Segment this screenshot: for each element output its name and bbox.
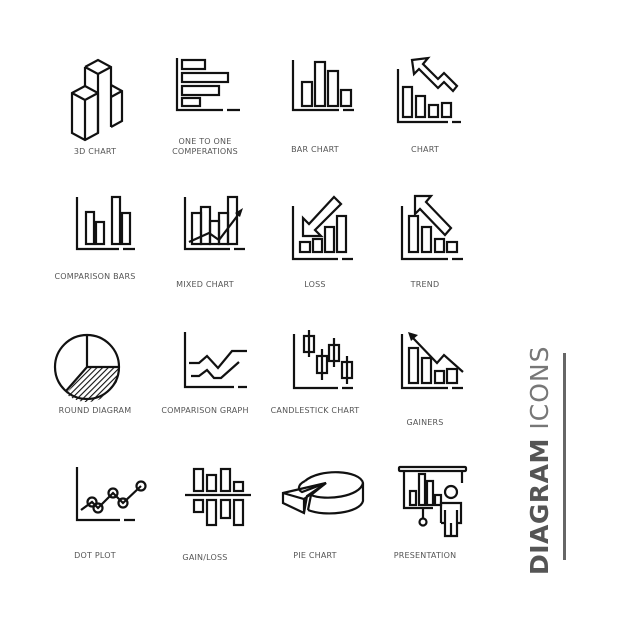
icon-label: GAINERS: [406, 418, 444, 427]
icon-tile-chart: CHART: [370, 55, 480, 185]
diagram-icons-title-block: DIAGRAM ICONS: [515, 320, 575, 575]
icon-label: TREND: [410, 280, 440, 289]
comparison-graph-icon: [183, 332, 247, 389]
icon-label: LOSS: [304, 280, 326, 289]
icon-tile-loss: LOSS: [260, 192, 370, 322]
comparison-bars-icon: [75, 195, 135, 251]
dot-plot-icon: [75, 467, 147, 522]
icon-label: CHART: [411, 145, 439, 154]
loss-icon: [291, 195, 353, 261]
icon-tile-pie-chart: PIE CHART: [260, 465, 370, 595]
icon-label: PIE CHART: [293, 551, 337, 560]
pie-chart-icon: [281, 471, 365, 515]
icon-label: PRESENTATION: [393, 551, 457, 560]
trend-icon: [400, 194, 463, 261]
presentation-icon: [397, 465, 468, 538]
bar-chart-icon: [291, 60, 354, 112]
icon-tile-round-diagram: ROUND DIAGRAM: [40, 330, 150, 460]
icon-tile-mixed-chart: MIXED CHART: [150, 192, 260, 322]
round-diagram-icon: [53, 333, 121, 402]
title-divider: [563, 353, 566, 560]
icon-label: 3D CHART: [73, 147, 117, 156]
gainers-icon: [400, 332, 464, 390]
title-light: ICONS: [525, 345, 554, 430]
mixed-chart-icon: [183, 195, 245, 251]
icon-tile-candlestick-chart: CANDLESTICK CHART: [260, 330, 370, 460]
icon-label: ROUND DIAGRAM: [58, 406, 132, 415]
gain-loss-icon: [185, 467, 251, 527]
icon-tile-trend: TREND: [370, 192, 480, 322]
page-title: DIAGRAM ICONS: [525, 325, 565, 575]
icon-label: COMPARISON GRAPH: [161, 406, 249, 415]
title-bold: DIAGRAM: [525, 438, 554, 575]
horizontal-bar-chart-icon: [175, 58, 240, 112]
icon-label: BAR CHART: [291, 145, 339, 154]
icon-label: CANDLESTICK CHART: [270, 406, 360, 415]
icon-tile-one-to-one-comperations: ONE TO ONE COMPERATIONS: [150, 55, 260, 185]
icon-tile-comparison-graph: COMPARISON GRAPH: [150, 330, 260, 460]
icon-tile-presentation: PRESENTATION: [370, 465, 480, 595]
icon-tile-bar-chart: BAR CHART: [260, 55, 370, 185]
candlestick-chart-icon: [292, 330, 354, 390]
3d-chart-icon: [70, 58, 124, 142]
icon-label: MIXED CHART: [176, 280, 234, 289]
icon-tile-dot-plot: DOT PLOT: [40, 465, 150, 595]
icon-label: COMPARISON BARS: [54, 272, 136, 281]
chart-with-up-arrow-icon: [396, 56, 461, 124]
icon-label: ONE TO ONE COMPERATIONS: [172, 137, 238, 156]
icon-tile-comparison-bars: COMPARISON BARS: [40, 192, 150, 322]
icon-tile-gainers: GAINERS: [370, 330, 480, 460]
icon-tile-3d-chart: 3D CHART: [40, 55, 150, 185]
icon-tile-gain-loss: GAIN/LOSS: [150, 465, 260, 595]
icon-label: GAIN/LOSS: [182, 553, 228, 562]
icon-label: DOT PLOT: [74, 551, 116, 560]
